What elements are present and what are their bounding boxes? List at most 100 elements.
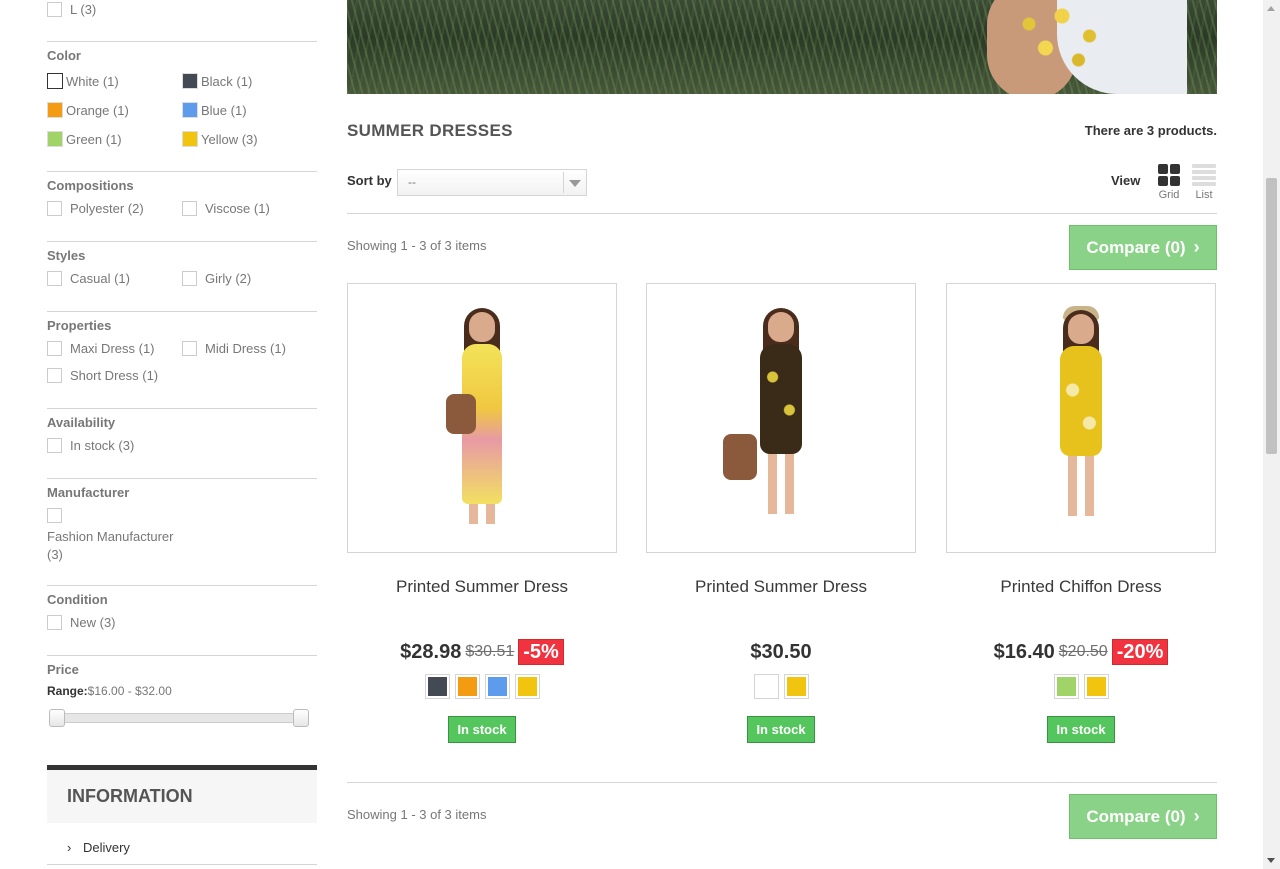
- product-name[interactable]: Printed Summer Dress: [646, 577, 916, 597]
- filter-condition-new[interactable]: New (3): [47, 615, 116, 630]
- filter-manufacturer-checkbox[interactable]: [47, 508, 70, 523]
- filter-color-orange[interactable]: Orange (1): [47, 102, 129, 118]
- product-card[interactable]: Printed Summer Dress $30.50 In stock: [646, 283, 916, 743]
- checkbox[interactable]: [47, 508, 62, 523]
- scroll-down-arrow-icon[interactable]: [1267, 858, 1275, 863]
- divider: [47, 311, 317, 312]
- color-swatch[interactable]: [47, 102, 63, 118]
- checkbox[interactable]: [47, 201, 62, 216]
- compare-button-bottom[interactable]: Compare (0) ›: [1069, 794, 1217, 839]
- filter-title-availability: Availability: [47, 415, 116, 430]
- filter-title-compositions: Compositions: [47, 178, 134, 193]
- chevron-right-icon: ›: [67, 840, 72, 855]
- filter-label: Casual (1): [70, 271, 130, 286]
- checkbox[interactable]: [182, 341, 197, 356]
- showing-items-bottom: Showing 1 - 3 of 3 items: [347, 807, 487, 822]
- filter-label: (3): [47, 547, 63, 562]
- price-reduction-badge: -5%: [518, 639, 564, 665]
- product-image[interactable]: [946, 283, 1216, 553]
- color-swatch-blue[interactable]: [484, 674, 510, 699]
- filter-manufacturer-count: (3): [47, 547, 63, 562]
- color-swatch[interactable]: [182, 102, 198, 118]
- checkbox[interactable]: [47, 271, 62, 286]
- scroll-up-arrow-icon[interactable]: [1267, 6, 1275, 11]
- divider: [47, 41, 317, 42]
- information-link-delivery[interactable]: › Delivery: [67, 840, 130, 855]
- filter-composition-polyester[interactable]: Polyester (2): [47, 201, 144, 216]
- product-image[interactable]: [347, 283, 617, 553]
- checkbox[interactable]: [182, 271, 197, 286]
- filter-label: New (3): [70, 615, 116, 630]
- price-row: $30.50: [646, 639, 916, 665]
- filter-property-maxi[interactable]: Maxi Dress (1): [47, 341, 155, 356]
- filter-property-midi[interactable]: Midi Dress (1): [182, 341, 286, 356]
- product-name[interactable]: Printed Chiffon Dress: [946, 577, 1216, 597]
- filter-style-girly[interactable]: Girly (2): [182, 271, 251, 286]
- color-swatch[interactable]: [47, 131, 63, 147]
- price-slider-max-handle[interactable]: [293, 709, 309, 727]
- color-swatch[interactable]: [47, 73, 63, 89]
- color-swatch-green[interactable]: [1053, 674, 1079, 699]
- price-slider-min-handle[interactable]: [49, 709, 65, 727]
- category-banner-image: [347, 0, 1217, 94]
- compare-label: Compare (0): [1086, 237, 1186, 257]
- product-count: There are 3 products.: [1084, 123, 1217, 138]
- product-card[interactable]: Printed Chiffon Dress $16.40 $20.50 -20%…: [946, 283, 1216, 743]
- sort-label: Sort by: [347, 173, 392, 188]
- scrollbar-thumb[interactable]: [1266, 178, 1277, 454]
- view-list-button[interactable]: List: [1190, 164, 1218, 201]
- filter-label: In stock (3): [70, 438, 135, 453]
- compare-button-top[interactable]: Compare (0) ›: [1069, 225, 1217, 270]
- checkbox[interactable]: [47, 368, 62, 383]
- availability-badge: In stock: [747, 716, 815, 743]
- product-card[interactable]: Printed Summer Dress $28.98 $30.51 -5% I…: [347, 283, 617, 743]
- product-name[interactable]: Printed Summer Dress: [347, 577, 617, 597]
- price-slider-track[interactable]: [51, 713, 309, 723]
- filter-color-blue[interactable]: Blue (1): [182, 102, 247, 118]
- filter-style-casual[interactable]: Casual (1): [47, 271, 130, 286]
- availability-badge: In stock: [1047, 716, 1115, 743]
- checkbox[interactable]: [47, 615, 62, 630]
- handbag: [446, 394, 476, 434]
- checkbox[interactable]: [47, 438, 62, 453]
- color-swatch-yellow[interactable]: [1083, 674, 1109, 699]
- color-swatch-black[interactable]: [424, 674, 450, 699]
- product-price: $30.50: [750, 640, 812, 663]
- checkbox[interactable]: [182, 201, 197, 216]
- filter-manufacturer-label[interactable]: Fashion Manufacturer: [47, 529, 173, 544]
- divider: [47, 171, 317, 172]
- filter-color-white[interactable]: White (1): [47, 73, 119, 89]
- color-list: [946, 674, 1216, 700]
- chevron-down-icon[interactable]: [563, 172, 584, 193]
- view-label: View: [1111, 173, 1141, 188]
- color-swatch-yellow[interactable]: [514, 674, 540, 699]
- filter-property-short[interactable]: Short Dress (1): [47, 368, 158, 383]
- grid-icon: [1158, 164, 1180, 186]
- color-swatch-white[interactable]: [753, 674, 779, 699]
- filter-color-green[interactable]: Green (1): [47, 131, 122, 147]
- filter-availability-instock[interactable]: In stock (3): [47, 438, 134, 453]
- filter-label: Orange (1): [66, 102, 129, 118]
- filter-title-condition: Condition: [47, 592, 108, 607]
- page-scrollbar[interactable]: [1263, 0, 1280, 869]
- filter-size-l[interactable]: L (3): [47, 2, 96, 17]
- checkbox[interactable]: [47, 341, 62, 356]
- color-swatch-orange[interactable]: [454, 674, 480, 699]
- chevron-right-icon: ›: [1193, 806, 1200, 826]
- filter-composition-viscose[interactable]: Viscose (1): [182, 201, 270, 216]
- color-swatch[interactable]: [182, 131, 198, 147]
- filter-color-black[interactable]: Black (1): [182, 73, 252, 89]
- color-swatch-yellow[interactable]: [783, 674, 809, 699]
- divider: [347, 782, 1217, 783]
- view-grid-button[interactable]: Grid: [1155, 164, 1183, 201]
- filter-title-properties: Properties: [47, 318, 112, 333]
- filter-label: Green (1): [66, 131, 122, 147]
- checkbox[interactable]: [47, 2, 62, 17]
- color-swatch[interactable]: [182, 73, 198, 89]
- sort-select[interactable]: --: [397, 169, 587, 196]
- filter-label: Short Dress (1): [70, 368, 159, 383]
- filter-label: Midi Dress (1): [205, 341, 286, 356]
- divider: [47, 864, 317, 865]
- filter-color-yellow[interactable]: Yellow (3): [182, 131, 258, 147]
- product-image[interactable]: [646, 283, 916, 553]
